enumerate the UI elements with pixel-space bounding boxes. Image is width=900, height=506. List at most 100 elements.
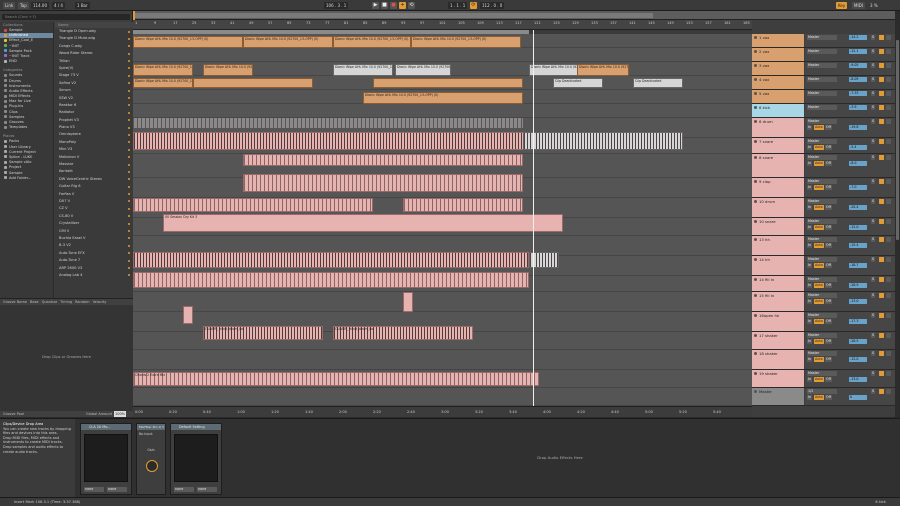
- track-header[interactable]: 6 drum Master In Auto Off -19.8 S: [752, 118, 895, 138]
- arm-button[interactable]: [886, 49, 891, 54]
- device-cla2a-title[interactable]: CLA 2A Mo...: [81, 424, 131, 430]
- groove-column-header[interactable]: Random: [72, 299, 90, 305]
- input-monitor-off[interactable]: Off: [825, 225, 832, 230]
- track-name[interactable]: 10 drum: [752, 198, 804, 217]
- track-lane[interactable]: [133, 104, 752, 118]
- browser-item[interactable]: Serum: [55, 87, 133, 94]
- track-activator-button[interactable]: [879, 293, 884, 298]
- loop-length-field[interactable]: 112 . 0 . 0: [480, 2, 505, 9]
- volume-field[interactable]: -8.0: [849, 161, 867, 166]
- track-fold-icon[interactable]: [754, 334, 757, 337]
- track-name[interactable]: 7 snare: [752, 138, 804, 153]
- arm-button[interactable]: [886, 237, 891, 242]
- output-routing-dropdown[interactable]: Master: [807, 105, 837, 110]
- browser-item[interactable]: Radiator: [55, 109, 133, 116]
- solo-button[interactable]: S: [871, 139, 876, 144]
- device-cla2a-dropdown-a[interactable]: none: [84, 487, 104, 492]
- track-header[interactable]: 10 drum Master In Auto Off -20.4 S: [752, 198, 895, 218]
- pink-clip[interactable]: [133, 132, 529, 150]
- arm-button[interactable]: [886, 277, 891, 282]
- device-default-title[interactable]: Default Setting: [171, 424, 221, 430]
- global-amount-value[interactable]: 100%: [114, 411, 127, 417]
- track-fold-icon[interactable]: [754, 36, 757, 39]
- track-header[interactable]: 10 snare Master In Auto Off -12.0 S: [752, 218, 895, 236]
- input-monitor-auto[interactable]: Auto: [814, 145, 824, 150]
- output-routing-dropdown[interactable]: Master: [807, 219, 837, 224]
- track-fold-icon[interactable]: [754, 294, 757, 297]
- track-activator-button[interactable]: [879, 155, 884, 160]
- input-monitor-off[interactable]: Off: [825, 263, 832, 268]
- track-activator-button[interactable]: [879, 35, 884, 40]
- place-item[interactable]: Add Folder...: [0, 176, 53, 181]
- track-fold-icon[interactable]: [754, 156, 757, 159]
- output-routing-dropdown[interactable]: Master: [807, 333, 837, 338]
- browser-item[interactable]: Farfisa V: [55, 191, 133, 198]
- pink-clip[interactable]: [403, 198, 523, 212]
- track-fold-icon[interactable]: [754, 92, 757, 95]
- track-header[interactable]: 2 vox Master -12.1 S: [752, 48, 895, 62]
- track-header[interactable]: 14 fill in Master In Auto Off -26.9 S: [752, 276, 895, 292]
- solo-button[interactable]: S: [871, 35, 876, 40]
- solo-button[interactable]: S: [871, 257, 876, 262]
- browser-item[interactable]: DW VoiceCentric Stereo: [55, 176, 133, 183]
- tap-button[interactable]: Tap: [18, 2, 29, 9]
- solo-button[interactable]: S: [871, 155, 876, 160]
- input-monitor-auto[interactable]: Auto: [814, 339, 824, 344]
- device-default-dropdown-b[interactable]: none: [197, 487, 217, 492]
- arm-button[interactable]: [886, 219, 891, 224]
- input-monitor-in[interactable]: In: [807, 185, 813, 190]
- input-monitor-in[interactable]: In: [807, 319, 813, 324]
- arm-button[interactable]: [886, 313, 891, 318]
- browser-item[interactable]: Triangle D Open.adg: [55, 28, 133, 35]
- browser-item[interactable]: MonoPoly: [55, 139, 133, 146]
- track-header[interactable]: 13 hh Master In Auto Off -15.4 S: [752, 236, 895, 256]
- solo-button[interactable]: S: [871, 49, 876, 54]
- tempo-field[interactable]: 114.00: [31, 2, 49, 9]
- input-monitor-in[interactable]: In: [807, 263, 813, 268]
- input-monitor-auto[interactable]: Auto: [814, 319, 824, 324]
- collection-item[interactable]: END: [0, 59, 53, 64]
- track-header[interactable]: 15 fill in Master In Auto Off -13.0 S: [752, 292, 895, 312]
- track-fold-icon[interactable]: [754, 200, 757, 203]
- quantize-dropdown[interactable]: 1 Bar: [75, 2, 90, 9]
- track-fold-icon[interactable]: [754, 180, 757, 183]
- solo-button[interactable]: S: [871, 371, 876, 376]
- input-monitor-auto[interactable]: Auto: [814, 263, 824, 268]
- input-monitor-in[interactable]: In: [807, 299, 813, 304]
- solo-button[interactable]: S: [871, 63, 876, 68]
- stop-icon[interactable]: ■: [381, 2, 388, 9]
- position-field[interactable]: 106 . 3 . 1: [324, 2, 349, 9]
- browser-item[interactable]: CS-80 V: [55, 213, 133, 220]
- track-activator-button[interactable]: [879, 63, 884, 68]
- loop-icon[interactable]: ⟳: [470, 2, 477, 9]
- solo-button[interactable]: S: [871, 389, 876, 394]
- track-fold-icon[interactable]: [754, 140, 757, 143]
- pink-clip[interactable]: [243, 154, 523, 166]
- loop-start-field[interactable]: 1 . 1 . 1: [448, 2, 468, 9]
- track-name[interactable]: 14 hh: [752, 256, 804, 275]
- volume-field[interactable]: -15.4: [849, 243, 867, 248]
- arm-button[interactable]: [886, 155, 891, 160]
- volume-field[interactable]: -9.05: [849, 63, 867, 68]
- volume-field[interactable]: -12.0: [849, 225, 867, 230]
- track-activator-button[interactable]: [879, 313, 884, 318]
- track-fold-icon[interactable]: [754, 106, 757, 109]
- track-header[interactable]: 1 vox Master -14.2 S: [752, 34, 895, 48]
- gain-knob[interactable]: [146, 460, 158, 472]
- arm-button[interactable]: [886, 371, 891, 376]
- track-fold-icon[interactable]: [754, 238, 757, 241]
- pink-clip[interactable]: [243, 174, 523, 192]
- output-routing-dropdown[interactable]: Master: [807, 49, 837, 54]
- pink-clip[interactable]: [133, 272, 529, 288]
- browser-item[interactable]: Kontakt: [55, 168, 133, 175]
- volume-field[interactable]: 0: [849, 395, 867, 400]
- output-routing-dropdown[interactable]: Master: [807, 277, 837, 282]
- track-header[interactable]: 18 shaker Master In Auto Off -12.0 S: [752, 350, 895, 370]
- output-routing-dropdown[interactable]: Master: [807, 257, 837, 262]
- arm-button[interactable]: [886, 105, 891, 110]
- device-fabfilter-input[interactable]: No Input: [137, 430, 165, 438]
- volume-field[interactable]: -7.33: [849, 91, 867, 96]
- output-routing-dropdown[interactable]: Master: [807, 237, 837, 242]
- volume-field[interactable]: -19.8: [849, 125, 867, 130]
- device-fabfilter[interactable]: FabFilter Pro-Q 3 No Input Gain 0 dB: [136, 423, 166, 495]
